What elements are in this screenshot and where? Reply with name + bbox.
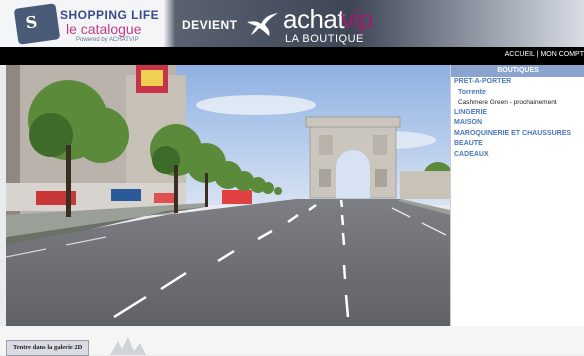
category-pret-a-porter[interactable]: PRET-A-PORTER <box>451 77 584 88</box>
champs-elysees-scene <box>6 65 450 326</box>
shopping-bag-icon: S <box>13 3 61 45</box>
3d-street-view[interactable] <box>6 65 450 326</box>
nav-separator: | <box>536 51 539 58</box>
submenu-torrente[interactable]: Torrente <box>451 88 584 98</box>
shoppinglife-subtitle: le catalogue <box>66 21 142 37</box>
shoppinglife-logo[interactable]: S SHOPPING LIFE le catalogue Powered by … <box>13 3 159 45</box>
panel-title: BOUTIQUES <box>451 65 584 77</box>
category-beaute[interactable]: BEAUTE <box>451 139 584 150</box>
achatvip-star-icon <box>247 13 278 36</box>
devient-label: DEVIENT <box>182 18 238 32</box>
brand-tagline: LA BOUTIQUE <box>285 33 364 45</box>
nav-link-mon-compte[interactable]: MON COMPT <box>540 51 584 58</box>
boutiques-panel: BOUTIQUES PRET-A-PORTER Torrente Cashmer… <box>450 65 584 326</box>
nav-link-accueil[interactable]: ACCUEIL <box>505 51 535 58</box>
header-banner: S SHOPPING LIFE le catalogue Powered by … <box>0 0 584 47</box>
achatvip-brand-vip: vip <box>341 4 373 34</box>
shoppinglife-powered: Powered by ACHATVIP <box>76 37 139 43</box>
top-nav-links: ACCUEIL | MON COMPT <box>505 51 584 58</box>
top-nav-bar: ACCUEIL | MON COMPT <box>0 47 584 65</box>
category-lingerie[interactable]: LINGERIE <box>451 108 584 119</box>
submenu-cashmere-green[interactable]: Cashmere Green - prochainement <box>451 98 584 108</box>
category-cadeaux[interactable]: CADEAUX <box>451 150 584 161</box>
category-maroquinerie-chaussures[interactable]: MAROQUINERIE ET CHAUSSURES <box>451 129 584 140</box>
shoppinglife-title: SHOPPING LIFE <box>60 8 160 22</box>
footer-decoration-icon <box>110 337 146 355</box>
footer-bar: Tentre dans la galerie 2D <box>0 326 584 356</box>
achatvip-brand-achat: achat <box>283 4 345 34</box>
gallery-2d-button[interactable]: Tentre dans la galerie 2D <box>6 340 90 356</box>
category-maison[interactable]: MAISON <box>451 118 584 129</box>
